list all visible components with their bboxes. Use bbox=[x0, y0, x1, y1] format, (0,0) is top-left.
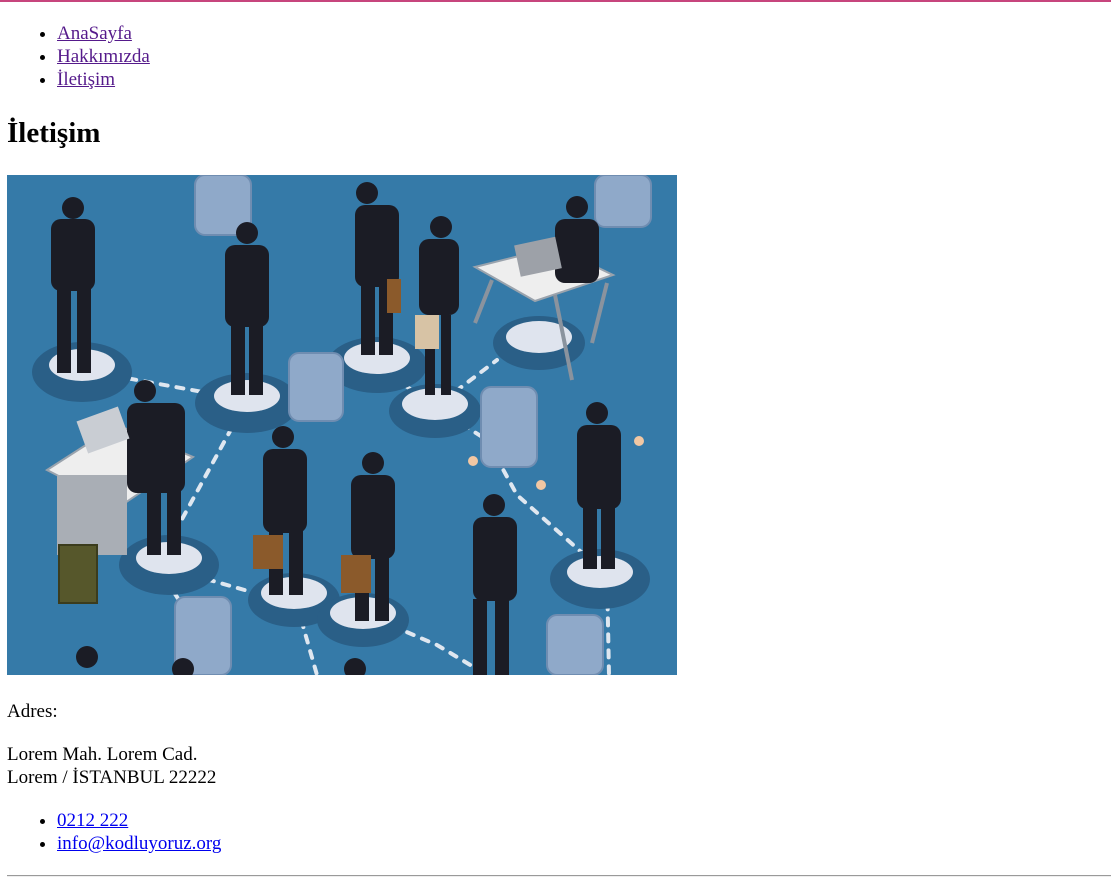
email-link[interactable]: info@kodluyoruz.org bbox=[57, 833, 221, 854]
address-label: Adres: bbox=[7, 701, 58, 722]
page-title: İletişim bbox=[7, 117, 101, 149]
top-accent-border bbox=[0, 0, 1111, 2]
nav-item-about: Hakkımızda bbox=[57, 45, 150, 68]
address-line-1: Lorem Mah. Lorem Cad. bbox=[7, 744, 198, 765]
nav-link-contact[interactable]: İletişim bbox=[57, 69, 115, 90]
hero-image bbox=[7, 175, 677, 675]
contact-list: 0212 222 info@kodluyoruz.org bbox=[0, 809, 221, 855]
business-network-illustration bbox=[7, 175, 677, 675]
nav-link-about[interactable]: Hakkımızda bbox=[57, 46, 150, 67]
contact-item-email: info@kodluyoruz.org bbox=[57, 832, 221, 855]
nav-item-home: AnaSayfa bbox=[57, 22, 150, 45]
nav-link-home[interactable]: AnaSayfa bbox=[57, 23, 132, 44]
address-text: Lorem Mah. Lorem Cad. Lorem / İSTANBUL 2… bbox=[7, 743, 216, 789]
contact-item-phone: 0212 222 bbox=[57, 809, 221, 832]
address-line-2: Lorem / İSTANBUL 22222 bbox=[7, 767, 217, 788]
footer-divider bbox=[7, 875, 1111, 877]
main-nav: AnaSayfa Hakkımızda İletişim bbox=[0, 22, 150, 91]
nav-item-contact: İletişim bbox=[57, 68, 150, 91]
phone-link[interactable]: 0212 222 bbox=[57, 810, 128, 831]
